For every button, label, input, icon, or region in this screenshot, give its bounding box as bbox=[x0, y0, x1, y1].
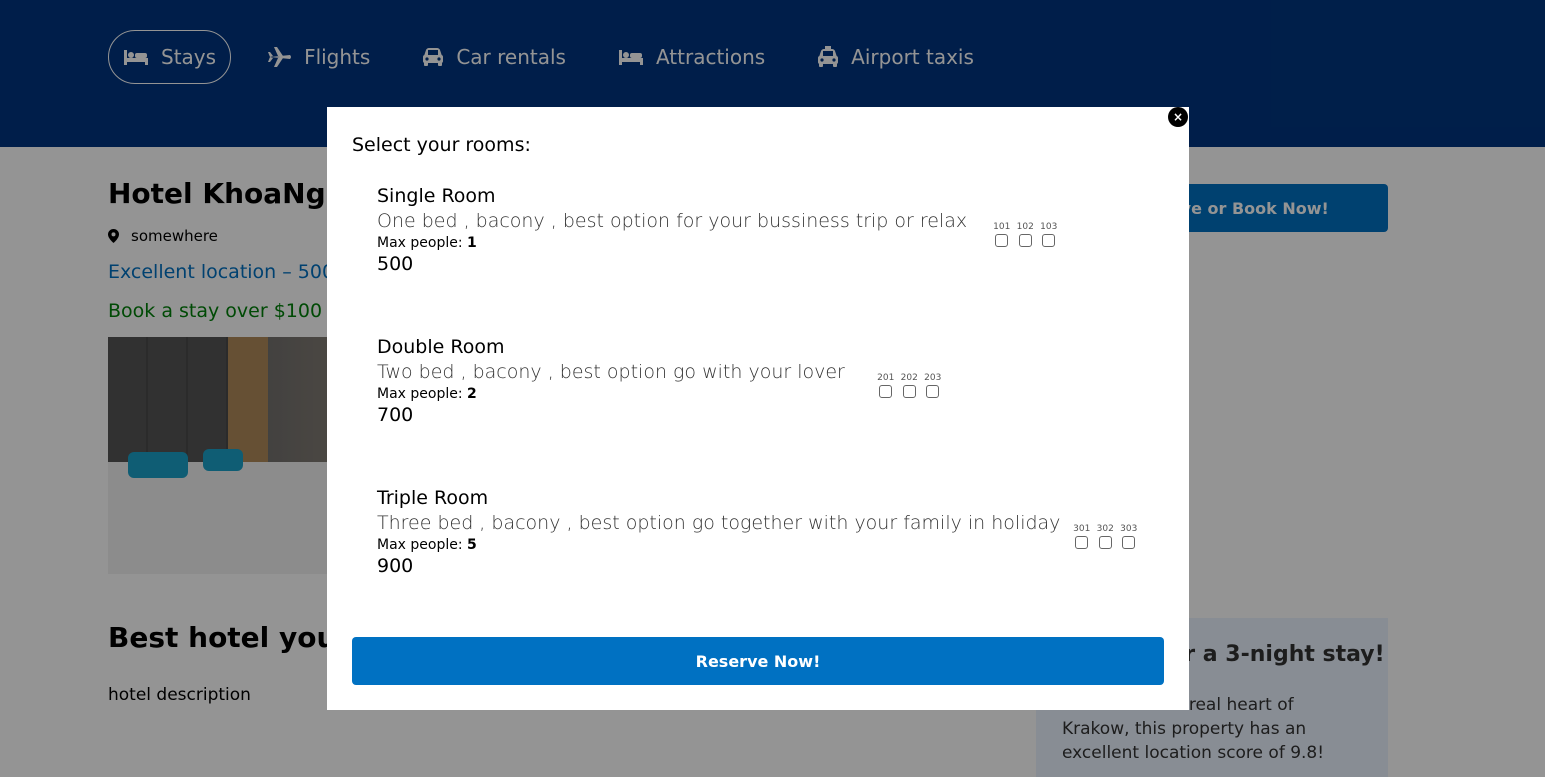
room-checkbox[interactable] bbox=[1018, 234, 1032, 247]
room-checkbox[interactable] bbox=[1042, 234, 1056, 247]
room-checkbox[interactable] bbox=[1122, 536, 1136, 549]
room-number-options: 101 102 103 bbox=[990, 222, 1061, 247]
room-title: Single Room bbox=[377, 185, 496, 207]
room-number-label: 302 bbox=[1096, 524, 1114, 534]
room-number-label: 303 bbox=[1120, 524, 1138, 534]
modal-title: Select your rooms: bbox=[352, 134, 531, 156]
max-people-label: Max people: bbox=[377, 386, 468, 402]
room-number-option[interactable]: 303 bbox=[1117, 524, 1141, 549]
room-number-label: 202 bbox=[900, 373, 918, 383]
room-max-people: Max people: 5 bbox=[377, 537, 1157, 553]
max-people-value: 2 bbox=[467, 386, 477, 402]
max-people-label: Max people: bbox=[377, 235, 468, 251]
room-number-option[interactable]: 302 bbox=[1094, 524, 1118, 549]
room-number-option[interactable]: 202 bbox=[898, 373, 922, 398]
reserve-now-button[interactable]: Reserve Now! bbox=[352, 637, 1164, 685]
max-people-label: Max people: bbox=[377, 537, 468, 553]
room-title: Double Room bbox=[377, 336, 505, 358]
room-number-label: 101 bbox=[993, 222, 1011, 232]
room-number-option[interactable]: 301 bbox=[1070, 524, 1094, 549]
room-number-option[interactable]: 201 bbox=[874, 373, 898, 398]
room-checkbox[interactable] bbox=[1075, 536, 1089, 549]
room-number-label: 301 bbox=[1073, 524, 1091, 534]
close-icon[interactable]: × bbox=[1168, 107, 1188, 127]
room-number-label: 103 bbox=[1040, 222, 1058, 232]
max-people-value: 5 bbox=[467, 537, 477, 553]
room-price: 500 bbox=[377, 253, 414, 275]
max-people-value: 1 bbox=[467, 235, 477, 251]
room-number-options: 201 202 203 bbox=[874, 373, 945, 398]
room-item: Triple Room Three bed , bacony , best op… bbox=[377, 487, 1157, 597]
room-checkbox[interactable] bbox=[926, 385, 940, 398]
room-max-people: Max people: 2 bbox=[377, 386, 1157, 402]
room-item: Single Room One bed , bacony , best opti… bbox=[377, 185, 1157, 295]
room-price: 700 bbox=[377, 404, 414, 426]
room-number-label: 201 bbox=[877, 373, 895, 383]
room-checkbox[interactable] bbox=[1098, 536, 1112, 549]
room-number-options: 301 302 303 bbox=[1070, 524, 1141, 549]
room-description: Three bed , bacony , best option go toge… bbox=[377, 512, 1061, 534]
room-checkbox[interactable] bbox=[995, 234, 1009, 247]
room-title: Triple Room bbox=[377, 487, 489, 509]
room-number-label: 203 bbox=[924, 373, 942, 383]
room-checkbox[interactable] bbox=[879, 385, 893, 398]
room-price: 900 bbox=[377, 555, 414, 577]
room-number-option[interactable]: 101 bbox=[990, 222, 1014, 247]
room-number-label: 102 bbox=[1016, 222, 1034, 232]
room-checkbox[interactable] bbox=[902, 385, 916, 398]
room-item: Double Room Two bed , bacony , best opti… bbox=[377, 336, 1157, 446]
room-number-option[interactable]: 203 bbox=[921, 373, 945, 398]
room-number-option[interactable]: 103 bbox=[1037, 222, 1061, 247]
room-number-option[interactable]: 102 bbox=[1014, 222, 1038, 247]
room-select-modal: × Select your rooms: Single Room One bed… bbox=[327, 107, 1189, 710]
room-description: Two bed , bacony , best option go with y… bbox=[377, 361, 845, 383]
